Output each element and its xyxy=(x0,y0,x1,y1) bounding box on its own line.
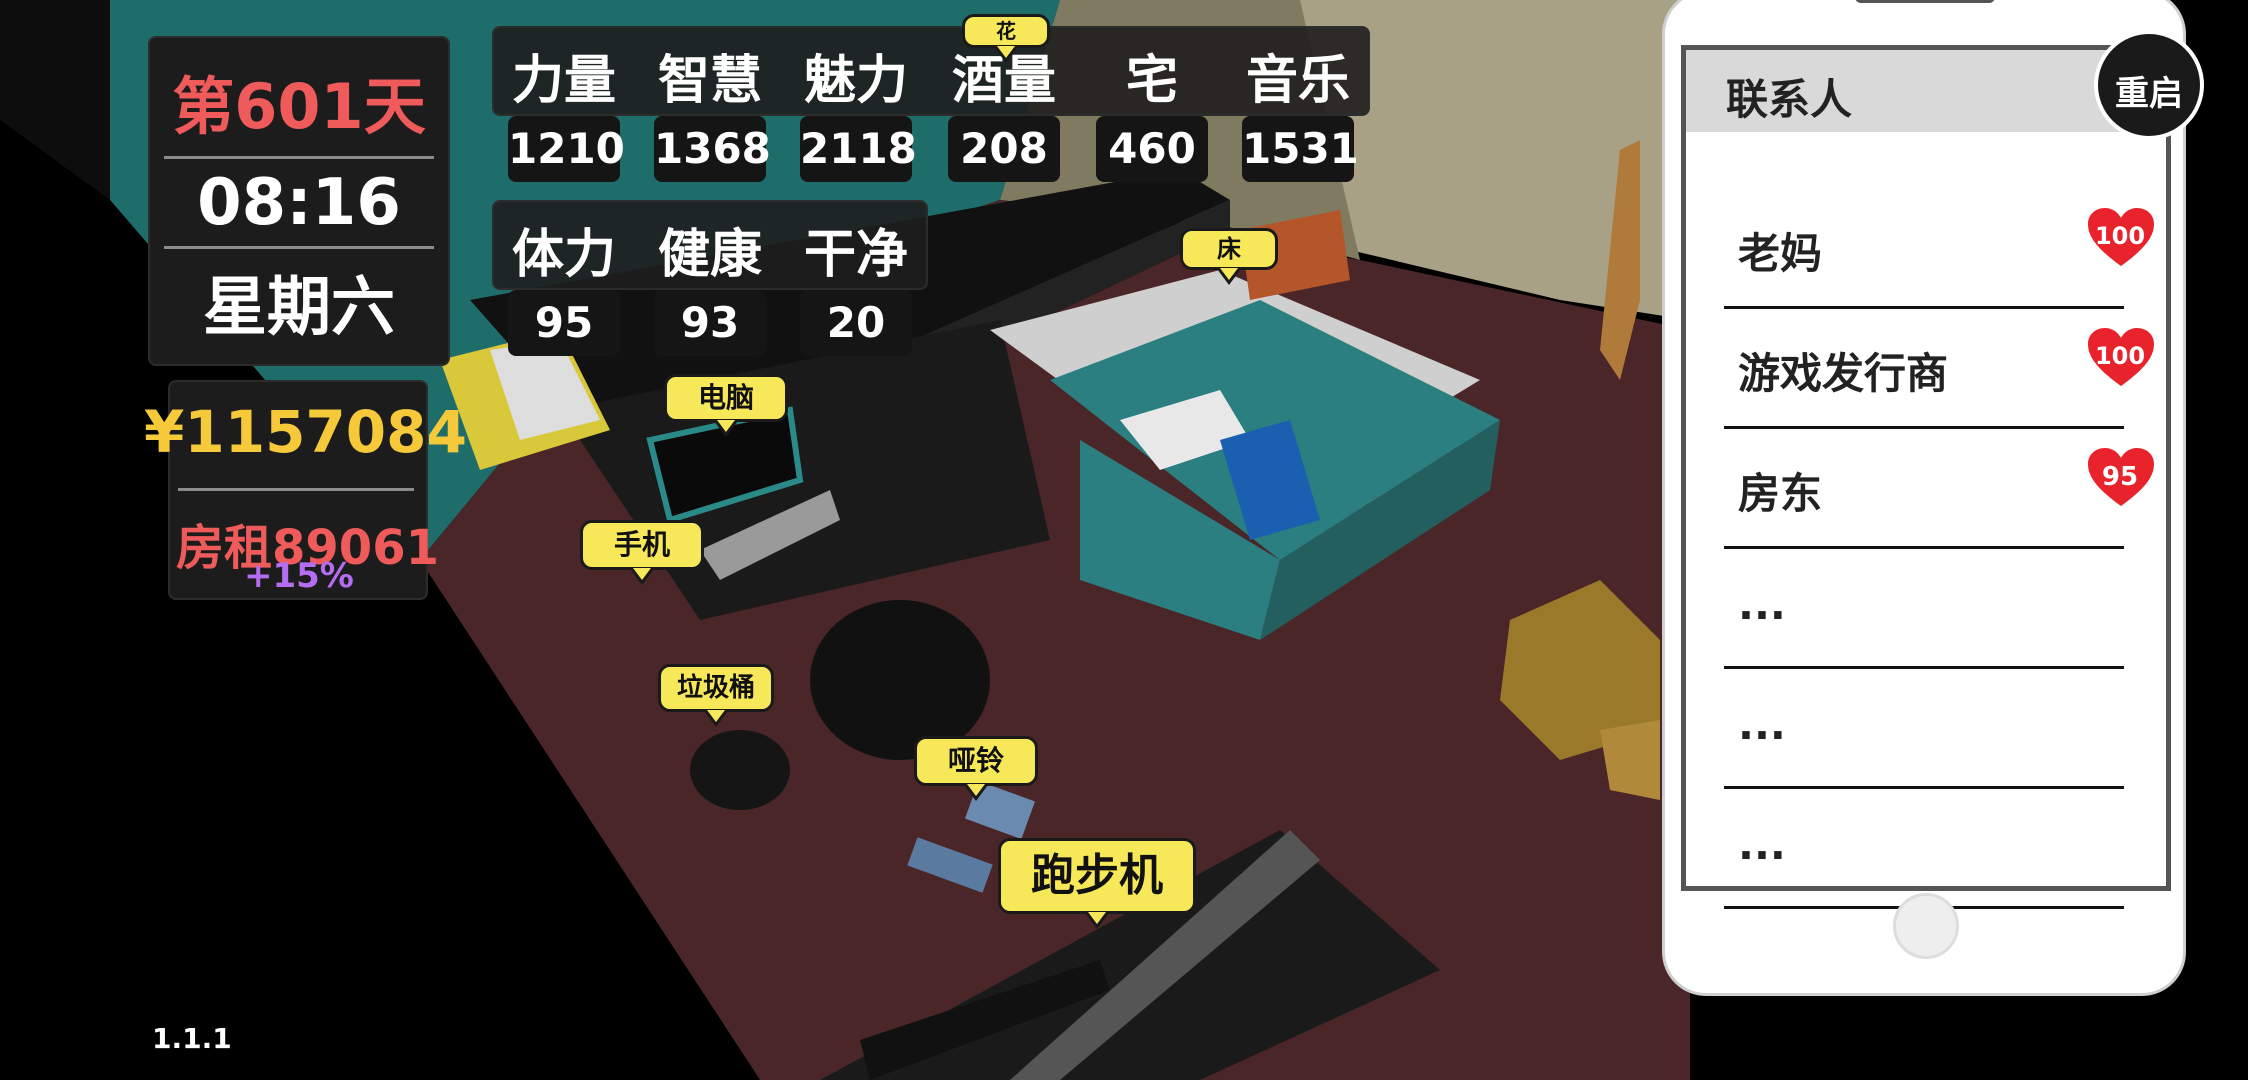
affinity-score: 95 xyxy=(2101,462,2139,492)
contact-name: 房东 xyxy=(1738,469,1823,518)
stat-label-charm: 魅力 xyxy=(803,51,908,111)
tag-flower[interactable]: 花 xyxy=(962,14,1050,63)
contact-item-empty-1[interactable]: ... xyxy=(1724,546,2124,669)
day-panel: 第601天 08:16 星期六 xyxy=(148,36,450,366)
clock-time: 08:16 xyxy=(197,166,401,240)
stat-value-wisdom: 1368 xyxy=(654,116,771,182)
tag-treadmill[interactable]: 跑步机 xyxy=(998,838,1196,929)
stat-label-strength: 力量 xyxy=(511,51,616,111)
tag-bed[interactable]: 床 xyxy=(1180,228,1278,285)
stat-label-otaku: 宅 xyxy=(1125,51,1178,111)
stat-value-otaku: 460 xyxy=(1096,116,1208,182)
tag-dumbbell[interactable]: 哑铃 xyxy=(914,736,1038,801)
stat-value-charm: 2118 xyxy=(800,116,917,182)
rent-change: +15% xyxy=(244,556,354,596)
stat-label-music: 音乐 xyxy=(1245,51,1350,111)
money-display-front: ¥1157084 xyxy=(144,398,467,466)
stat-label-wisdom: 智慧 xyxy=(657,51,762,111)
contact-item-empty-2[interactable]: ... xyxy=(1724,666,2124,789)
version-label: 1.1.1 xyxy=(152,1022,232,1055)
stat-value-alcohol: 208 xyxy=(948,116,1060,182)
contact-name: 老妈 xyxy=(1738,229,1823,278)
contact-item-mom[interactable]: 老妈 100 xyxy=(1724,186,2154,309)
stat-value-stamina: 95 xyxy=(508,290,620,356)
contact-item-empty-3[interactable]: ... xyxy=(1724,786,2124,909)
stat-value-health: 93 xyxy=(654,290,766,356)
phone-home-button[interactable] xyxy=(1893,893,1959,959)
phone-screen: 联系人 老妈 100 游戏发行商 100 房东 95 ... ... ... xyxy=(1681,45,2171,909)
contact-name: ... xyxy=(1738,700,1786,749)
stat-value-strength: 1210 xyxy=(508,116,625,182)
tag-computer[interactable]: 电脑 xyxy=(664,374,788,437)
tag-trash[interactable]: 垃圾桶 xyxy=(658,664,774,727)
tag-phone[interactable]: 手机 xyxy=(580,520,704,585)
affinity-score: 100 xyxy=(2094,222,2146,250)
phone-device: 联系人 老妈 100 游戏发行商 100 房东 95 ... ... ... xyxy=(1662,0,2186,996)
contact-name: ... xyxy=(1738,820,1786,869)
affinity-score: 100 xyxy=(2094,342,2146,370)
stat-value-clean: 20 xyxy=(800,290,912,356)
restart-label: 重启 xyxy=(2115,74,2183,114)
day-counter: 第601天 xyxy=(172,70,426,143)
contact-name: 游戏发行商 xyxy=(1738,349,1949,398)
contact-name: ... xyxy=(1738,580,1786,629)
stat-value-music: 1531 xyxy=(1242,116,1359,182)
stat-label-clean: 干净 xyxy=(803,225,908,285)
weekday: 星期六 xyxy=(203,271,395,345)
stat-label-stamina: 体力 xyxy=(511,225,616,285)
contact-item-publisher[interactable]: 游戏发行商 100 xyxy=(1724,306,2154,429)
stat-label-health: 健康 xyxy=(657,225,762,285)
restart-button[interactable]: 重启 xyxy=(2094,30,2204,140)
contact-item-landlord[interactable]: 房东 95 xyxy=(1724,426,2154,549)
contacts-title: 联系人 xyxy=(1726,75,1853,124)
